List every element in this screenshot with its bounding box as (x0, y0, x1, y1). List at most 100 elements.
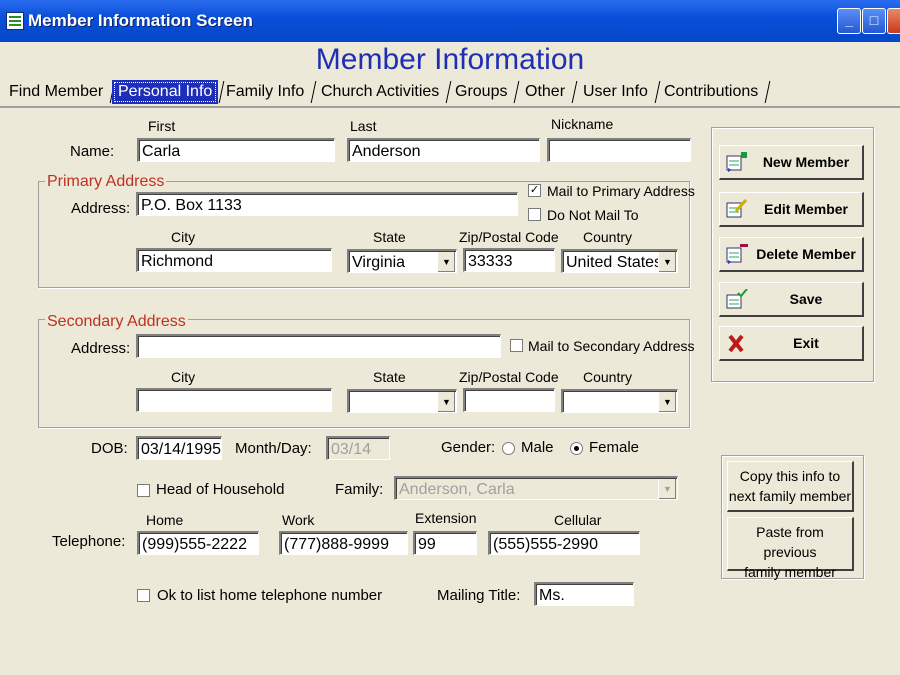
do-not-mail-checkbox[interactable] (528, 208, 541, 221)
head-of-household-checkbox[interactable] (137, 484, 150, 497)
edit-member-icon (726, 199, 748, 218)
primary-zip-field[interactable]: 33333 (463, 248, 555, 272)
home-phone-field[interactable]: (999)555-2222 (137, 531, 259, 555)
gender-male-label: Male (521, 439, 554, 456)
secondary-city-label: City (171, 369, 196, 385)
mail-to-primary-checkbox[interactable]: ✓ (528, 184, 541, 197)
secondary-city-field[interactable] (136, 388, 332, 412)
secondary-zip-field[interactable] (463, 388, 555, 412)
primary-city-field[interactable]: Richmond (136, 248, 332, 272)
primary-state-value: Virginia (352, 254, 406, 271)
primary-country-value: United States (566, 254, 663, 271)
dropdown-arrow-icon[interactable]: ▼ (437, 252, 455, 272)
do-not-mail-label: Do Not Mail To (547, 207, 639, 223)
ok-to-list-checkbox[interactable] (137, 589, 150, 602)
new-member-label: New Member (762, 154, 850, 170)
name-label: Name: (70, 143, 115, 160)
tab-personal-info[interactable]: Personal Info (112, 80, 219, 104)
primary-address-title: Primary Address (45, 173, 167, 191)
tab-strip: Find Member Personal Info Family Info Ch… (0, 78, 900, 108)
primary-country-select[interactable]: United States ▼ (561, 249, 678, 273)
save-icon (726, 289, 748, 309)
copy-line2: next family member (728, 488, 852, 504)
close-button[interactable] (887, 8, 900, 34)
cellular-label: Cellular (554, 512, 602, 528)
tab-church-activities[interactable]: Church Activities (315, 80, 445, 104)
family-label: Family: (335, 481, 384, 498)
tab-groups[interactable]: Groups (449, 80, 513, 104)
save-button[interactable]: Save (719, 282, 864, 317)
cellular-field[interactable]: (555)555-2990 (488, 531, 640, 555)
tab-other[interactable]: Other (519, 80, 571, 104)
gender-male-radio[interactable] (502, 442, 515, 455)
tab-find-member[interactable]: Find Member (3, 80, 109, 104)
first-name-label: First (148, 118, 176, 134)
exit-icon (728, 334, 744, 353)
secondary-address-label: Address: (71, 340, 131, 357)
mailing-title-field[interactable]: Ms. (534, 582, 634, 606)
work-phone-field[interactable]: (777)888-9999 (279, 531, 408, 555)
primary-state-select[interactable]: Virginia ▼ (347, 249, 457, 273)
edit-member-label: Edit Member (763, 201, 848, 217)
dropdown-arrow-icon[interactable]: ▼ (658, 252, 676, 272)
ok-to-list-label: Ok to list home telephone number (157, 587, 383, 604)
new-member-icon (726, 152, 747, 172)
delete-member-icon (726, 244, 748, 264)
nickname-label: Nickname (551, 116, 614, 132)
copy-line1: Copy this info to (739, 468, 841, 484)
last-name-field[interactable]: Anderson (347, 138, 540, 162)
dropdown-arrow-icon[interactable]: ▼ (658, 392, 676, 412)
tab-family-info[interactable]: Family Info (220, 80, 310, 104)
secondary-address-field[interactable] (136, 334, 501, 358)
primary-country-label: Country (583, 229, 633, 245)
secondary-zip-label: Zip/Postal Code (459, 369, 559, 385)
dropdown-arrow-icon: ▼ (658, 479, 676, 499)
app-icon (6, 12, 24, 30)
primary-address-label: Address: (71, 200, 131, 217)
work-phone-label: Work (282, 512, 315, 528)
copy-to-next-button[interactable]: Copy this info to next family member (727, 461, 854, 512)
extension-label: Extension (415, 510, 477, 526)
mail-to-primary-label: Mail to Primary Address (547, 183, 695, 199)
page-title: Member Information (315, 43, 585, 76)
secondary-state-label: State (373, 369, 406, 385)
head-of-household-label: Head of Household (156, 481, 285, 498)
nickname-field[interactable] (547, 138, 691, 162)
maximize-button[interactable]: □ (862, 8, 886, 34)
minimize-button[interactable]: _ (837, 8, 861, 34)
first-name-field[interactable]: Carla (137, 138, 335, 162)
month-day-field: 03/14 (326, 436, 390, 460)
exit-button[interactable]: Exit (719, 326, 864, 361)
month-day-label: Month/Day: (235, 440, 312, 457)
extension-field[interactable]: 99 (413, 531, 477, 555)
dob-field[interactable]: 03/14/1995 (136, 436, 222, 460)
paste-line1: Paste from previous (756, 524, 824, 560)
dropdown-arrow-icon[interactable]: ▼ (437, 392, 455, 412)
delete-member-button[interactable]: Delete Member (719, 237, 864, 272)
home-phone-label: Home (146, 512, 184, 528)
family-value: Anderson, Carla (399, 481, 515, 498)
primary-address-field[interactable]: P.O. Box 1133 (136, 192, 518, 216)
save-label: Save (789, 291, 823, 307)
primary-zip-label: Zip/Postal Code (459, 229, 559, 245)
title-bar: Member Information Screen _ □ (0, 0, 900, 42)
family-select: Anderson, Carla ▼ (394, 476, 678, 500)
telephone-label: Telephone: (52, 533, 126, 550)
secondary-state-select[interactable]: ▼ (347, 389, 457, 413)
dob-label: DOB: (91, 440, 128, 457)
mail-to-secondary-checkbox[interactable] (510, 339, 523, 352)
mailing-title-label: Mailing Title: (437, 587, 521, 604)
gender-female-label: Female (589, 439, 640, 456)
exit-label: Exit (793, 335, 819, 351)
mail-to-secondary-label: Mail to Secondary Address (528, 338, 695, 354)
new-member-button[interactable]: New Member (719, 145, 864, 180)
secondary-country-select[interactable]: ▼ (561, 389, 678, 413)
primary-state-label: State (373, 229, 406, 245)
paste-from-previous-button[interactable]: Paste from previous family member (727, 517, 854, 580)
delete-member-label: Delete Member (756, 246, 856, 262)
tab-user-info[interactable]: User Info (577, 80, 654, 104)
tab-contributions[interactable]: Contributions (658, 80, 764, 104)
gender-female-radio[interactable] (570, 442, 583, 455)
edit-member-button[interactable]: Edit Member (719, 192, 864, 227)
secondary-country-label: Country (583, 369, 633, 385)
